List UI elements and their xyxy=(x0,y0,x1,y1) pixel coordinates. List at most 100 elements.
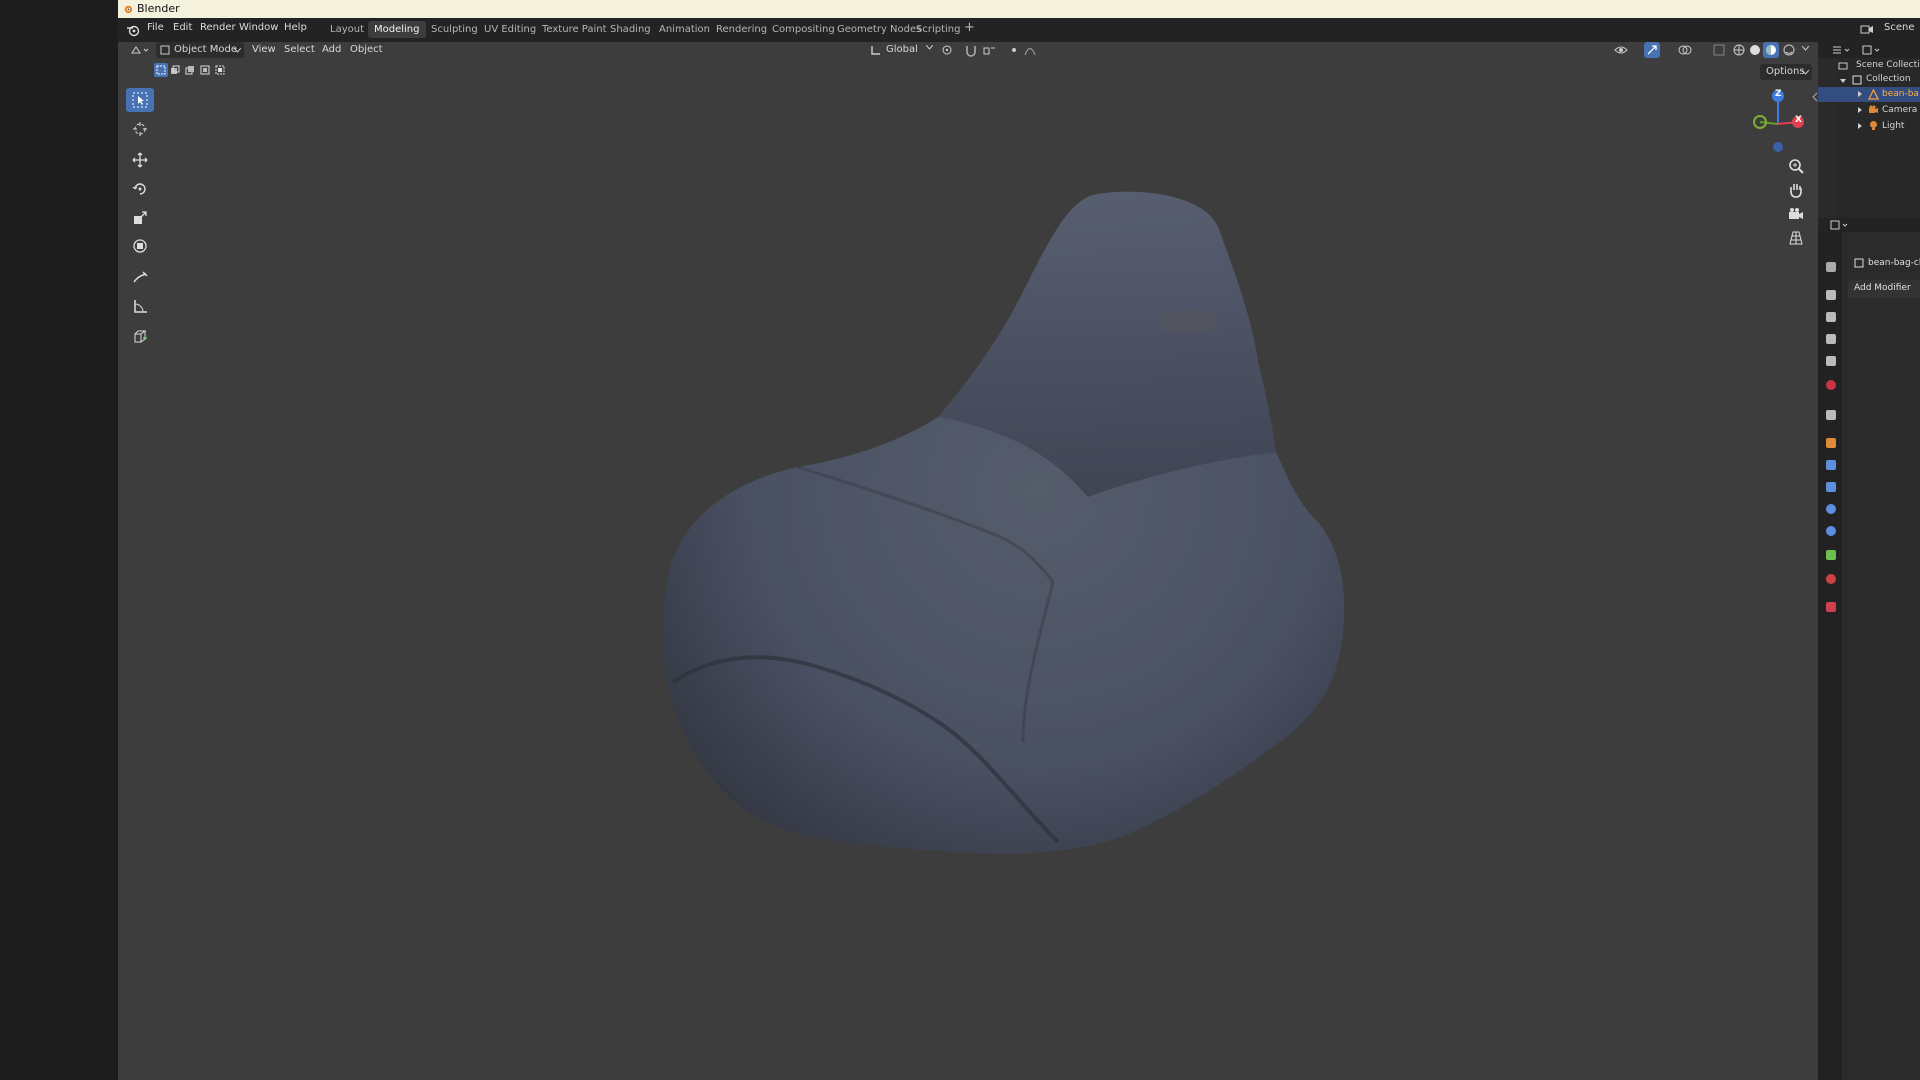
select-box-tool[interactable] xyxy=(126,88,154,112)
select-subtract-icon[interactable] xyxy=(185,65,195,75)
display-mode-icon[interactable] xyxy=(1862,45,1882,55)
collection-icon xyxy=(1852,75,1862,85)
transform-tool[interactable] xyxy=(126,234,154,258)
falloff-icon[interactable] xyxy=(1024,44,1036,56)
material-properties-icon[interactable] xyxy=(1826,574,1836,584)
outliner: Scene Collection Collection bean-ba Came… xyxy=(1818,58,1920,218)
chevron-down-icon[interactable] xyxy=(1802,46,1809,51)
view-layer-properties-icon[interactable] xyxy=(1826,334,1836,344)
select-new-icon xyxy=(156,65,166,75)
object-properties-icon[interactable] xyxy=(1826,438,1836,448)
chevron-down-icon xyxy=(926,45,933,50)
scene-icon[interactable] xyxy=(1860,23,1874,35)
rotate-tool[interactable] xyxy=(126,177,154,201)
data-properties-icon[interactable] xyxy=(1826,550,1836,560)
add-modifier-label: Add Modifier xyxy=(1854,283,1911,293)
snap-icon[interactable] xyxy=(964,43,978,57)
add-workspace-button[interactable]: + xyxy=(958,19,981,36)
snap-target-icon[interactable] xyxy=(982,43,996,57)
3d-viewport[interactable] xyxy=(118,42,1818,1080)
tab-animation[interactable]: Animation xyxy=(653,21,716,38)
object-mode-icon xyxy=(160,45,170,55)
collapse-arrow-icon[interactable] xyxy=(1857,91,1863,97)
scale-tool[interactable] xyxy=(126,206,154,230)
outliner-item-bean-bag[interactable]: bean-ba xyxy=(1882,89,1919,99)
view-menu[interactable]: View xyxy=(252,44,276,55)
select-box-new-button[interactable] xyxy=(154,63,168,77)
gizmo-toggle-button[interactable] xyxy=(1644,42,1660,58)
render-properties-icon[interactable] xyxy=(1826,290,1836,300)
overlays-icon[interactable] xyxy=(1678,43,1692,57)
tab-rendering[interactable]: Rendering xyxy=(710,21,773,38)
rendered-shading-icon[interactable] xyxy=(1782,43,1796,57)
visibility-icon[interactable] xyxy=(1614,43,1628,57)
scene-selector[interactable]: Scene xyxy=(1884,22,1915,33)
3d-cursor-tool[interactable] xyxy=(126,117,154,141)
pivot-point-icon[interactable] xyxy=(940,43,954,57)
pan-button[interactable] xyxy=(1786,180,1806,200)
proportional-edit-icon[interactable] xyxy=(1008,44,1020,56)
annotate-tool[interactable] xyxy=(126,266,154,290)
perspective-toggle-button[interactable] xyxy=(1786,228,1806,248)
xray-icon[interactable] xyxy=(1712,43,1726,57)
menu-edit[interactable]: Edit xyxy=(173,22,192,33)
tab-layout[interactable]: Layout xyxy=(324,21,370,38)
world-properties-icon[interactable] xyxy=(1826,380,1836,390)
tab-modeling[interactable]: Modeling xyxy=(368,21,426,38)
menu-render[interactable]: Render xyxy=(200,22,236,33)
options-dropdown[interactable]: Options xyxy=(1760,64,1812,80)
menu-file[interactable]: File xyxy=(147,22,164,33)
select-menu[interactable]: Select xyxy=(284,44,315,55)
add-cube-tool[interactable] xyxy=(126,324,154,348)
wireframe-shading-icon[interactable] xyxy=(1732,43,1746,57)
navigation-gizmo[interactable]: Z X xyxy=(1746,86,1806,154)
outliner-scene-collection[interactable]: Scene Collection xyxy=(1856,60,1920,70)
tab-shading[interactable]: Shading xyxy=(604,21,657,38)
tab-uv-editing[interactable]: UV Editing xyxy=(478,21,542,38)
modifier-properties-icon[interactable] xyxy=(1826,460,1836,470)
tab-compositing[interactable]: Compositing xyxy=(766,21,841,38)
outliner-item-camera[interactable]: Camera xyxy=(1882,105,1917,115)
solid-shading-icon[interactable] xyxy=(1748,43,1762,57)
tab-sculpting[interactable]: Sculpting xyxy=(425,21,484,38)
properties-editor-icon[interactable] xyxy=(1830,220,1850,230)
zoom-magnifier-icon xyxy=(1789,159,1804,174)
outliner-editor-icon[interactable] xyxy=(1832,45,1852,55)
output-properties-icon[interactable] xyxy=(1826,312,1836,322)
collapse-arrow-icon[interactable] xyxy=(1857,123,1863,129)
blender-menu-icon[interactable] xyxy=(126,23,140,37)
camera-view-button[interactable] xyxy=(1786,204,1806,224)
select-extend-icon[interactable] xyxy=(170,65,180,75)
grid-perspective-icon xyxy=(1789,231,1803,245)
zoom-button[interactable] xyxy=(1786,156,1806,176)
material-shading-button[interactable] xyxy=(1763,42,1779,58)
particles-properties-icon[interactable] xyxy=(1826,482,1836,492)
constraints-properties-icon[interactable] xyxy=(1826,526,1836,536)
add-modifier-button[interactable]: Add Modifier xyxy=(1848,280,1920,298)
tool-properties-icon[interactable] xyxy=(1826,262,1836,272)
object-menu[interactable]: Object xyxy=(350,44,383,55)
expand-arrow-icon[interactable] xyxy=(1840,78,1846,84)
orientation-dropdown[interactable]: Global xyxy=(886,44,918,55)
move-tool[interactable] xyxy=(126,148,154,172)
outliner-item-light[interactable]: Light xyxy=(1882,121,1904,131)
editor-type-icon[interactable] xyxy=(130,44,150,56)
texture-properties-icon[interactable] xyxy=(1826,602,1836,612)
select-intersect-icon[interactable] xyxy=(215,65,225,75)
bean-bag-object[interactable] xyxy=(118,42,1818,1080)
object-name-field[interactable]: bean-bag-ch xyxy=(1868,258,1920,268)
options-label: Options xyxy=(1766,66,1805,77)
measure-tool[interactable] xyxy=(126,294,154,318)
collection-properties-icon[interactable] xyxy=(1826,410,1836,420)
add-cube-icon xyxy=(134,330,147,343)
mode-dropdown[interactable]: Object Mode xyxy=(156,42,244,58)
outliner-collection[interactable]: Collection xyxy=(1866,74,1911,84)
select-invert-icon[interactable] xyxy=(200,65,210,75)
physics-properties-icon[interactable] xyxy=(1826,504,1836,514)
scene-properties-icon[interactable] xyxy=(1826,356,1836,366)
collapse-arrow-icon[interactable] xyxy=(1857,107,1863,113)
add-menu[interactable]: Add xyxy=(322,44,341,55)
tab-texture-paint[interactable]: Texture Paint xyxy=(536,21,613,38)
menu-window[interactable]: Window xyxy=(239,22,278,33)
menu-help[interactable]: Help xyxy=(284,22,307,33)
